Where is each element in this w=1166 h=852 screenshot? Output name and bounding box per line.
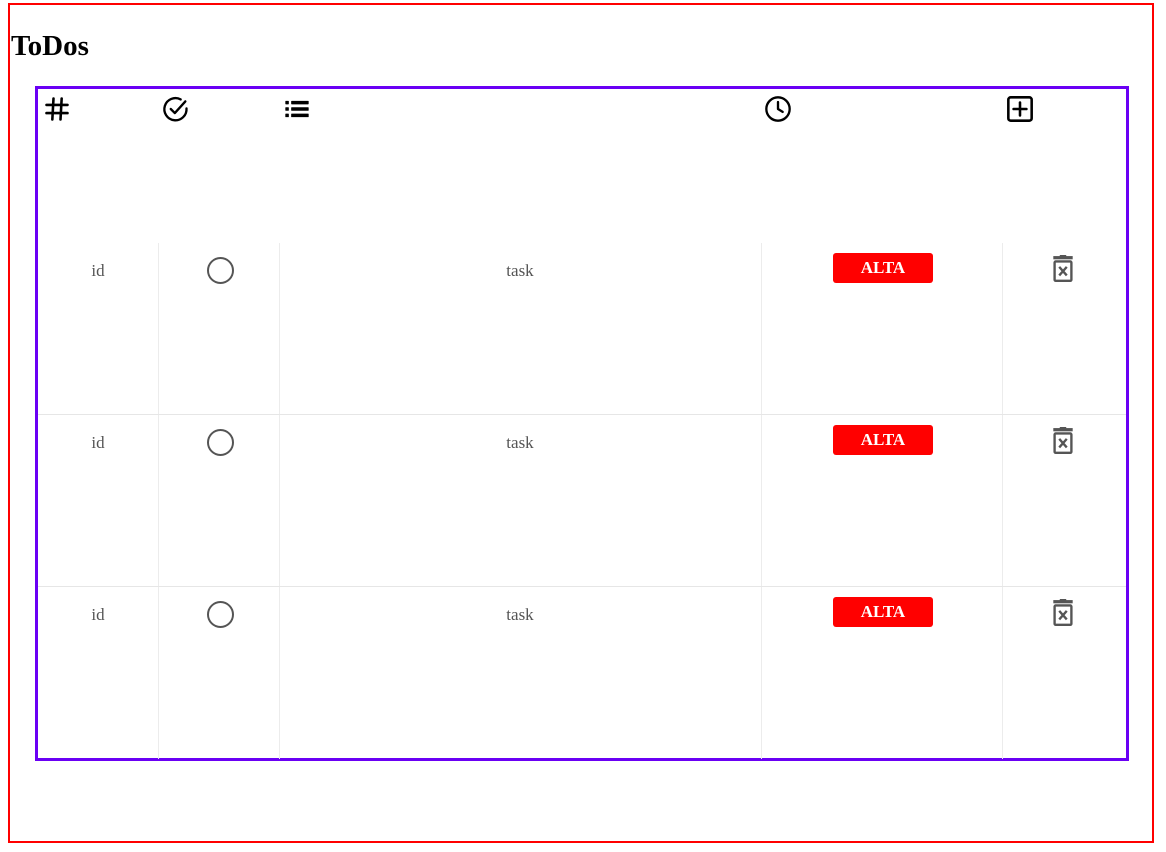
todo-task: task: [506, 605, 534, 624]
todo-id: id: [91, 605, 105, 624]
column-divider: [158, 415, 159, 587]
priority-badge[interactable]: ALTA: [833, 597, 933, 627]
list-icon: [285, 100, 309, 118]
complete-toggle[interactable]: [207, 257, 234, 284]
todo-id: id: [91, 433, 105, 452]
check-circle-icon: [163, 96, 188, 122]
clock-icon: [765, 96, 791, 122]
delete-icon[interactable]: [1050, 255, 1076, 283]
complete-toggle[interactable]: [207, 601, 234, 628]
delete-icon[interactable]: [1050, 599, 1076, 627]
table-row: id task ALTA: [38, 586, 1126, 759]
add-todo-button[interactable]: [1006, 95, 1034, 123]
column-divider: [761, 587, 762, 759]
table-row: id task ALTA: [38, 414, 1126, 587]
todo-id: id: [91, 261, 105, 280]
priority-badge[interactable]: ALTA: [833, 253, 933, 283]
priority-badge[interactable]: ALTA: [833, 425, 933, 455]
column-divider: [158, 243, 159, 415]
column-divider: [1002, 587, 1003, 759]
column-divider: [1002, 243, 1003, 415]
column-divider: [761, 243, 762, 415]
todo-task: task: [506, 433, 534, 452]
page-title: ToDos: [11, 30, 89, 62]
column-divider: [761, 415, 762, 587]
hash-icon: [45, 97, 69, 121]
delete-icon[interactable]: [1050, 427, 1076, 455]
column-divider: [158, 587, 159, 759]
table-row: id task ALTA: [38, 243, 1126, 415]
todo-task: task: [506, 261, 534, 280]
column-divider: [1002, 415, 1003, 587]
todo-table: id task ALTA id task ALTA id task ALTA: [35, 86, 1129, 761]
complete-toggle[interactable]: [207, 429, 234, 456]
